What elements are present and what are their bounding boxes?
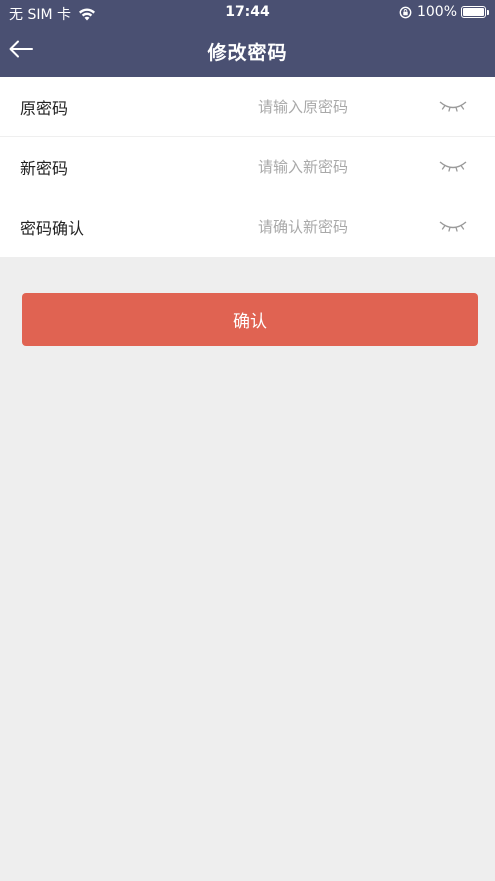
confirm-button-label: 确认 bbox=[233, 312, 267, 332]
eye-closed-icon[interactable] bbox=[438, 217, 468, 233]
nav-bar: 修改密码 bbox=[0, 26, 495, 77]
confirm-button[interactable]: 确认 bbox=[22, 293, 478, 346]
status-bar: 无 SIM 卡 17:44 100% bbox=[0, 0, 495, 26]
battery-percent: 100% bbox=[416, 4, 457, 20]
eye-closed-icon[interactable] bbox=[438, 157, 468, 173]
new-password-label: 新密码 bbox=[20, 159, 69, 178]
old-password-label: 原密码 bbox=[20, 99, 69, 118]
status-bar-right: 100% bbox=[399, 4, 489, 20]
battery-icon bbox=[461, 6, 489, 18]
eye-closed-icon[interactable] bbox=[438, 97, 468, 113]
form-row-new-password: 新密码 bbox=[0, 137, 495, 197]
old-password-input[interactable] bbox=[258, 93, 418, 121]
confirm-password-label: 密码确认 bbox=[20, 219, 85, 238]
confirm-password-input[interactable] bbox=[258, 213, 418, 241]
form-row-confirm-password: 密码确认 bbox=[0, 197, 495, 257]
orientation-lock-icon bbox=[399, 6, 412, 18]
form-row-old-password: 原密码 bbox=[0, 77, 495, 137]
password-form: 原密码 新密码 密码确认 bbox=[0, 77, 495, 257]
page-title: 修改密码 bbox=[207, 42, 288, 64]
app-header: 无 SIM 卡 17:44 100% 修改密码 bbox=[0, 0, 495, 77]
new-password-input[interactable] bbox=[258, 153, 418, 181]
